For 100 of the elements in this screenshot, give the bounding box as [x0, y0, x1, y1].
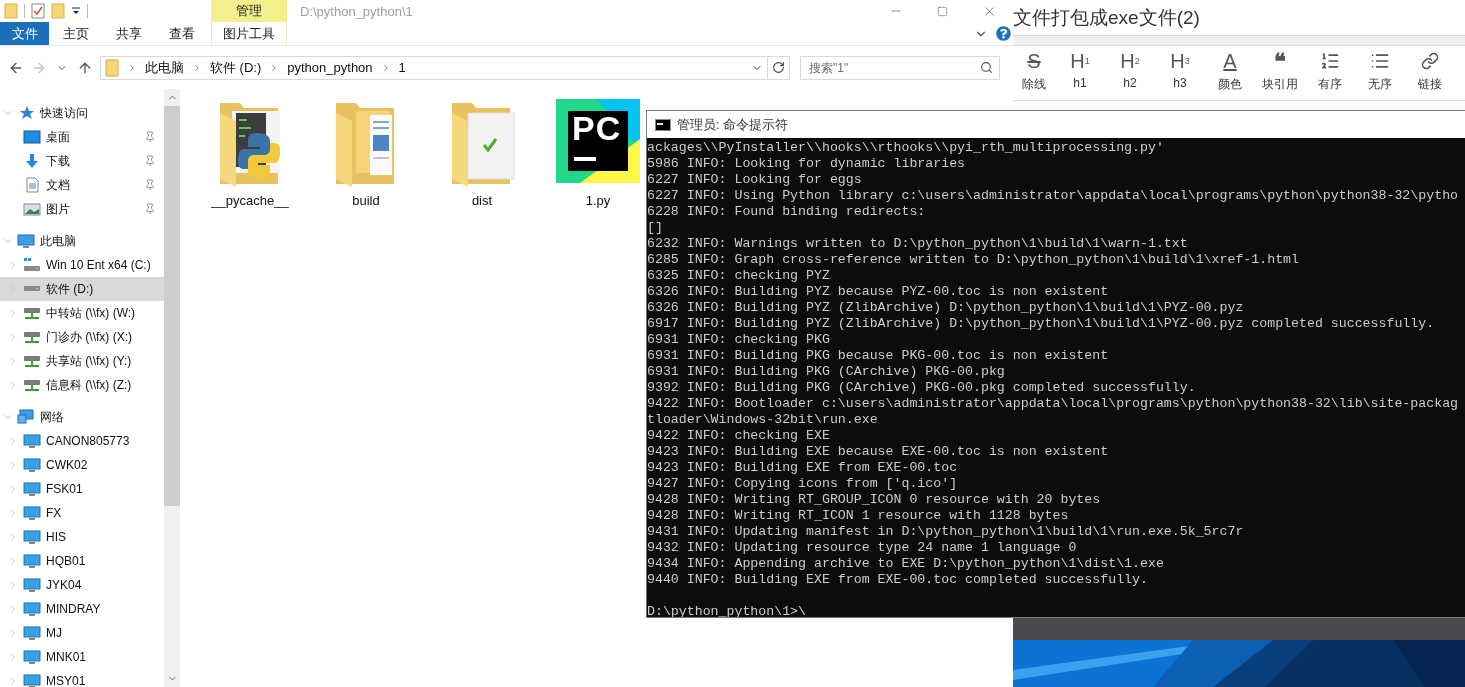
- tree-item[interactable]: 中转站 (\\fx) (W:): [0, 301, 164, 325]
- tree-item[interactable]: FX: [0, 501, 164, 525]
- monitor-icon: [23, 577, 41, 593]
- monitor-icon: [23, 457, 41, 473]
- tree-item[interactable]: 信息科 (\\fx) (Z:): [0, 373, 164, 397]
- pin-icon[interactable]: [144, 155, 156, 167]
- console-line: ackages\\PyInstaller\\hooks\\rthooks\\pyi_rth_multiprocessing.py': [647, 140, 1165, 156]
- monitor-icon: [23, 649, 41, 665]
- pin-icon[interactable]: [144, 179, 156, 191]
- tree-item[interactable]: 下载: [0, 149, 164, 173]
- monitor-icon: [23, 505, 41, 521]
- file-item[interactable]: __pycache__: [205, 99, 295, 208]
- format-button[interactable]: 链接: [1405, 50, 1455, 93]
- format-button[interactable]: 有序: [1305, 50, 1355, 93]
- console-line: 9434 INFO: Appending archive to EXE D:\python_python\1\dist\1.exe: [647, 556, 1165, 572]
- console-icon: [655, 118, 671, 131]
- network-drive-icon: [23, 305, 41, 321]
- download-icon: [23, 153, 41, 169]
- tree-item[interactable]: 软件 (D:): [0, 277, 164, 301]
- drive-icon: [23, 257, 41, 273]
- tree-item[interactable]: MINDRAY: [0, 597, 164, 621]
- tree-item[interactable]: MNK01: [0, 645, 164, 669]
- monitor-icon: [23, 553, 41, 569]
- console-line: 9392 INFO: Building PKG (CArchive) PKG-00.pkg completed successfully.: [647, 380, 1197, 396]
- tree-item[interactable]: MJ: [0, 621, 164, 645]
- tree-item[interactable]: 共享站 (\\fx) (Y:): [0, 349, 164, 373]
- monitor-icon: [23, 673, 41, 687]
- dropdown-icon[interactable]: [71, 6, 81, 16]
- network-drive-icon: [23, 329, 41, 345]
- separator-icon: [127, 62, 137, 73]
- help-icon[interactable]: [996, 26, 1011, 41]
- picture-icon: [23, 201, 41, 217]
- monitor-icon: [23, 601, 41, 617]
- tree-item[interactable]: CANON805773: [0, 429, 164, 453]
- console-line: 9428 INFO: Writing RT_GROUP_ICON 0 resource with 20 bytes: [647, 492, 1102, 508]
- monitor-icon: [23, 481, 41, 497]
- file-item[interactable]: build: [321, 99, 411, 208]
- drive-icon: [23, 286, 41, 292]
- search-icon: [980, 60, 993, 74]
- format-button[interactable]: S 除线: [1013, 50, 1055, 93]
- console-line: 9423 INFO: Building EXE because EXE-00.toc is non existent: [647, 444, 1110, 460]
- console-line: 9428 INFO: Writing RT_ICON 1 resource with 1128 bytes: [647, 508, 1070, 524]
- pin-icon[interactable]: [144, 203, 156, 215]
- window-title: 管理员: 命令提示符: [677, 115, 789, 134]
- tree-item[interactable]: 此电脑: [0, 229, 164, 253]
- list-icon: [1370, 51, 1390, 71]
- monitor-icon: [17, 233, 35, 249]
- ribbon-tab[interactable]: 文件: [0, 22, 49, 45]
- console-line: 9432 INFO: Updating resource type 24 name 1 language 0: [647, 540, 1078, 556]
- console-line: 6325 INFO: checking PYZ: [647, 268, 831, 284]
- console-line: 6285 INFO: Graph cross-reference written to D:\python_python\1\build\1\xref-1.html: [647, 252, 1300, 268]
- separator-icon: [192, 62, 202, 73]
- format-button[interactable]: A 颜色: [1205, 50, 1255, 93]
- breadcrumb-item[interactable]: python_python: [287, 60, 373, 75]
- search-field[interactable]: 搜索"1": [800, 55, 1000, 80]
- breadcrumb-item[interactable]: 软件 (D:): [210, 58, 262, 77]
- file-item[interactable]: PC 1.py: [553, 99, 643, 208]
- format-button[interactable]: ❝ 块引用: [1255, 50, 1305, 93]
- scrollbar-thumb[interactable]: [164, 106, 180, 506]
- console-line: 9427 INFO: Copying icons from ['q.ico']: [647, 476, 959, 492]
- console-line: 9422 INFO: checking EXE: [647, 428, 831, 444]
- folder-icon[interactable]: [4, 3, 18, 19]
- tree-item[interactable]: 桌面: [0, 125, 164, 149]
- refresh-button[interactable]: [768, 55, 790, 80]
- file-item[interactable]: dist: [437, 99, 527, 208]
- tree-item[interactable]: 快速访问: [0, 101, 164, 125]
- maximize-icon: [937, 5, 948, 17]
- monitor-icon: [23, 625, 41, 641]
- network-drive-icon: [23, 377, 41, 393]
- folder-icon[interactable]: [51, 3, 65, 19]
- console-line: 9431 INFO: Updating manifest in D:\python_python\1\build\1\run.exe.5k_5rc7r: [647, 524, 1245, 540]
- tree-item[interactable]: 文档: [0, 173, 164, 197]
- ordered-list-icon: [1320, 51, 1340, 71]
- scrollbar[interactable]: [164, 89, 180, 687]
- tree-item[interactable]: Win 10 Ent x64 (C:): [0, 253, 164, 277]
- pin-icon[interactable]: [144, 131, 156, 143]
- tree-item[interactable]: 图片: [0, 197, 164, 221]
- link-icon: [1421, 52, 1439, 70]
- address-bar[interactable]: 此电脑 软件 (D:) python_python 1: [100, 55, 768, 80]
- tree-item[interactable]: HIS: [0, 525, 164, 549]
- breadcrumb-item[interactable]: 1: [398, 60, 406, 75]
- checklist-icon[interactable]: [31, 3, 45, 19]
- console-line: 6917 INFO: Building PYZ (ZlibArchive) D:\python_python\1\build\1\PYZ-00.pyz completed successfully.: [647, 316, 1436, 332]
- console-line: 6228 INFO: Found binding redirects:: [647, 204, 927, 220]
- tree-item[interactable]: 门诊办 (\\fx) (X:): [0, 325, 164, 349]
- monitor-icon: [23, 529, 41, 545]
- ribbon-tab[interactable]: 图片工具: [211, 22, 287, 45]
- console-line: 6326 INFO: Building PYZ (ZlibArchive) D:\python_python\1\build\1\PYZ-00.pyz: [647, 300, 1245, 316]
- console-line: 6227 INFO: Looking for eggs: [647, 172, 863, 188]
- tree-item[interactable]: MSY01: [0, 669, 164, 687]
- breadcrumb-item[interactable]: 此电脑: [145, 58, 184, 77]
- tree-item[interactable]: JYK04: [0, 573, 164, 597]
- tree-item[interactable]: CWK02: [0, 453, 164, 477]
- tree-item[interactable]: 网络: [0, 405, 164, 429]
- refresh-icon: [772, 61, 785, 74]
- tree-item[interactable]: HQB01: [0, 549, 164, 573]
- tree-item[interactable]: FSK01: [0, 477, 164, 501]
- format-button[interactable]: 无序: [1355, 50, 1405, 93]
- console-line: 9423 INFO: Building EXE from EXE-00.toc: [647, 460, 959, 476]
- console-line: 9440 INFO: Building EXE from EXE-00.toc completed successfully.: [647, 572, 1149, 588]
